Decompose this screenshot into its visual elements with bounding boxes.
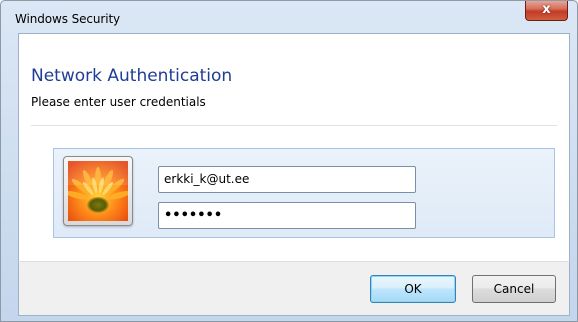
password-field[interactable]: ••••••• — [158, 202, 416, 229]
close-button[interactable]: x — [525, 1, 568, 21]
header-divider — [31, 125, 557, 126]
dialog-heading: Network Authentication — [31, 66, 233, 86]
username-field[interactable]: erkki_k@ut.ee — [158, 166, 416, 193]
title-bar[interactable]: Windows Security x — [1, 1, 577, 33]
flower-picture — [68, 161, 128, 221]
cancel-button[interactable]: Cancel — [472, 275, 556, 303]
user-tile-flower-icon — [63, 156, 133, 226]
window-title: Windows Security — [15, 12, 121, 26]
ok-button[interactable]: OK — [370, 275, 456, 303]
dialog-subheading: Please enter user credentials — [31, 95, 206, 109]
close-icon: x — [542, 2, 551, 17]
